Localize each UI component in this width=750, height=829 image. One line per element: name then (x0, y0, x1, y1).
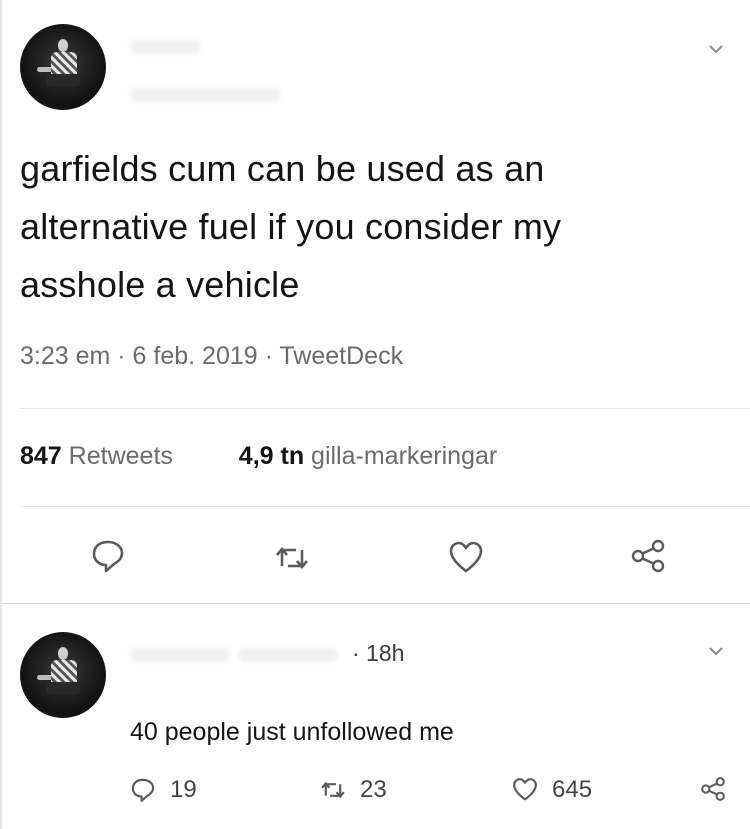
main-tweet: garfields cum can be used as an alternat… (2, 0, 750, 603)
reply-button[interactable]: 19 (130, 776, 197, 804)
heart-icon[interactable] (448, 540, 484, 576)
retweets-label[interactable]: Retweets (69, 442, 173, 470)
retweet-button[interactable]: 23 (320, 776, 387, 804)
heart-icon (512, 777, 538, 803)
likes-count[interactable]: 4,9 tn (239, 442, 304, 470)
reply-timestamp[interactable]: · 18h (352, 640, 404, 667)
share-button[interactable] (700, 776, 726, 802)
reply-icon (130, 777, 156, 803)
chevron-down-icon[interactable] (707, 40, 725, 58)
tweet-timestamp[interactable]: 3:23 em · 6 feb. 2019 · TweetDeck (20, 342, 403, 371)
retweet-icon[interactable] (274, 540, 310, 576)
divider (20, 408, 750, 409)
tweet-screenshot: garfields cum can be used as an alternat… (0, 0, 750, 829)
likes-label[interactable]: gilla-markeringar (311, 442, 497, 470)
like-count: 645 (552, 776, 593, 803)
handle-redacted (130, 88, 280, 102)
tweet-text: garfields cum can be used as an alternat… (20, 140, 720, 314)
share-icon[interactable] (630, 538, 666, 574)
retweet-icon (320, 777, 346, 803)
tweet-line: alternative fuel if you consider my (20, 206, 562, 247)
divider (20, 506, 750, 507)
display-name-redacted (130, 40, 200, 54)
tweet-line: asshole a vehicle (20, 264, 300, 305)
chevron-down-icon[interactable] (707, 642, 725, 660)
tweet-line: garfields cum can be used as an (20, 148, 545, 189)
section-divider (2, 603, 750, 604)
retweets-count[interactable]: 847 (20, 442, 62, 470)
handle-redacted (238, 648, 338, 662)
reply-text: 40 people just unfollowed me (130, 718, 454, 746)
display-name-redacted (130, 648, 230, 662)
like-button[interactable]: 645 (512, 776, 592, 804)
reply-count: 19 (170, 776, 197, 803)
share-icon (700, 776, 726, 802)
retweet-count: 23 (360, 776, 387, 803)
avatar[interactable] (20, 24, 106, 110)
tweet-stats: 847 Retweets 4,9 tn gilla-markeringar (20, 442, 497, 471)
reply-icon[interactable] (90, 538, 126, 574)
avatar[interactable] (20, 632, 106, 718)
